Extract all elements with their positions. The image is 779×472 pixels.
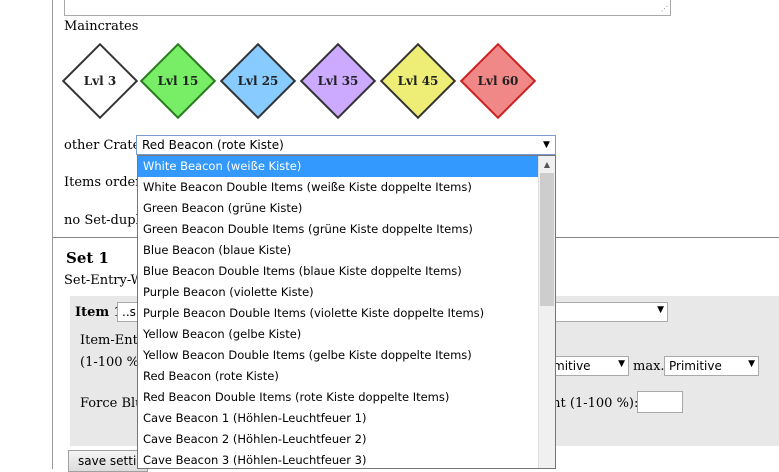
- set-entry-label: Set-Entry-W: [64, 273, 144, 288]
- force-label: Force Blu: [80, 396, 144, 411]
- dropdown-option[interactable]: Cave Beacon 2 (Höhlen-Leuchtfeuer 2): [138, 429, 538, 450]
- dropdown-option[interactable]: Cave Beacon 1 (Höhlen-Leuchtfeuer 1): [138, 408, 538, 429]
- max-rarity-value: Primitive: [669, 359, 722, 373]
- crate-level-1[interactable]: Lvl 3: [61, 42, 139, 120]
- dropdown-option[interactable]: White Beacon (weiße Kiste): [138, 156, 538, 177]
- max-label: max.: [633, 359, 665, 374]
- min-rarity-select[interactable]: mitive ▼: [548, 356, 629, 376]
- crate-level-3[interactable]: Lvl 25: [219, 42, 297, 120]
- other-crates-select[interactable]: Red Beacon (rote Kiste) ▼: [136, 135, 556, 155]
- dropdown-option[interactable]: Blue Beacon Double Items (blaue Kiste do…: [138, 261, 538, 282]
- item-select-value: ..s: [122, 305, 136, 319]
- dropdown-option[interactable]: Yellow Beacon (gelbe Kiste): [138, 324, 538, 345]
- scrollbar-thumb[interactable]: [540, 173, 554, 306]
- crate-level-label: Lvl 45: [397, 74, 439, 88]
- dropdown-option[interactable]: Blue Beacon (blaue Kiste): [138, 240, 538, 261]
- dropdown-options: White Beacon (weiße Kiste) White Beacon D…: [138, 156, 555, 468]
- chevron-down-icon: ▼: [657, 305, 664, 315]
- other-crates-dropdown-list[interactable]: White Beacon (weiße Kiste) White Beacon D…: [137, 155, 556, 469]
- crate-level-2[interactable]: Lvl 15: [139, 42, 217, 120]
- crate-level-label: Lvl 25: [237, 74, 279, 88]
- chevron-down-icon: ▼: [748, 359, 755, 369]
- item-entry-range: (1-100 %): [80, 355, 145, 370]
- dropdown-option[interactable]: White Beacon Double Items (weiße Kiste d…: [138, 177, 538, 198]
- crate-level-label: Lvl 35: [317, 74, 359, 88]
- other-crates-select-value: Red Beacon (rote Kiste): [142, 138, 284, 152]
- maincrates-label: Maincrates: [64, 19, 139, 34]
- crate-level-5[interactable]: Lvl 45: [379, 42, 457, 120]
- dropdown-option[interactable]: Red Beacon (rote Kiste): [138, 366, 538, 387]
- dropdown-scrollbar[interactable]: ▲: [538, 156, 555, 468]
- set-title: Set 1: [66, 249, 109, 267]
- chevron-down-icon: ▼: [618, 359, 625, 369]
- dropdown-option[interactable]: Green Beacon (grüne Kiste): [138, 198, 538, 219]
- crate-level-label: Lvl 15: [157, 74, 199, 88]
- max-rarity-select[interactable]: Primitive ▼: [664, 356, 759, 376]
- force-percent-label: int (1-100 %):: [548, 396, 639, 411]
- crate-level-4[interactable]: Lvl 35: [299, 42, 377, 120]
- crate-level-6[interactable]: Lvl 60: [459, 42, 537, 120]
- left-border-line: [52, 0, 53, 469]
- item-label: Item 1: [75, 305, 123, 320]
- crate-level-label: Lvl 60: [477, 74, 519, 88]
- resize-grip-icon[interactable]: ⋰: [661, 6, 668, 13]
- dropdown-option[interactable]: Yellow Beacon Double Items (gelbe Kiste …: [138, 345, 538, 366]
- crate-level-label: Lvl 3: [83, 74, 117, 88]
- scroll-up-arrow-icon[interactable]: ▲: [539, 156, 555, 173]
- other-crates-label: other Crates: [64, 138, 147, 153]
- notes-textarea[interactable]: ⋰: [64, 0, 671, 16]
- dropdown-option[interactable]: Red Beacon Double Items (rote Kiste dopp…: [138, 387, 538, 408]
- min-rarity-value: mitive: [553, 359, 591, 373]
- force-percent-input[interactable]: [637, 391, 683, 413]
- dropdown-option[interactable]: Green Beacon Double Items (grüne Kiste d…: [138, 219, 538, 240]
- dropdown-option[interactable]: Purple Beacon (violette Kiste): [138, 282, 538, 303]
- dropdown-option[interactable]: Cave Beacon 3 (Höhlen-Leuchtfeuer 3): [138, 450, 538, 468]
- chevron-down-icon[interactable]: ▼: [538, 136, 555, 154]
- dropdown-option[interactable]: Purple Beacon Double Items (violette Kis…: [138, 303, 538, 324]
